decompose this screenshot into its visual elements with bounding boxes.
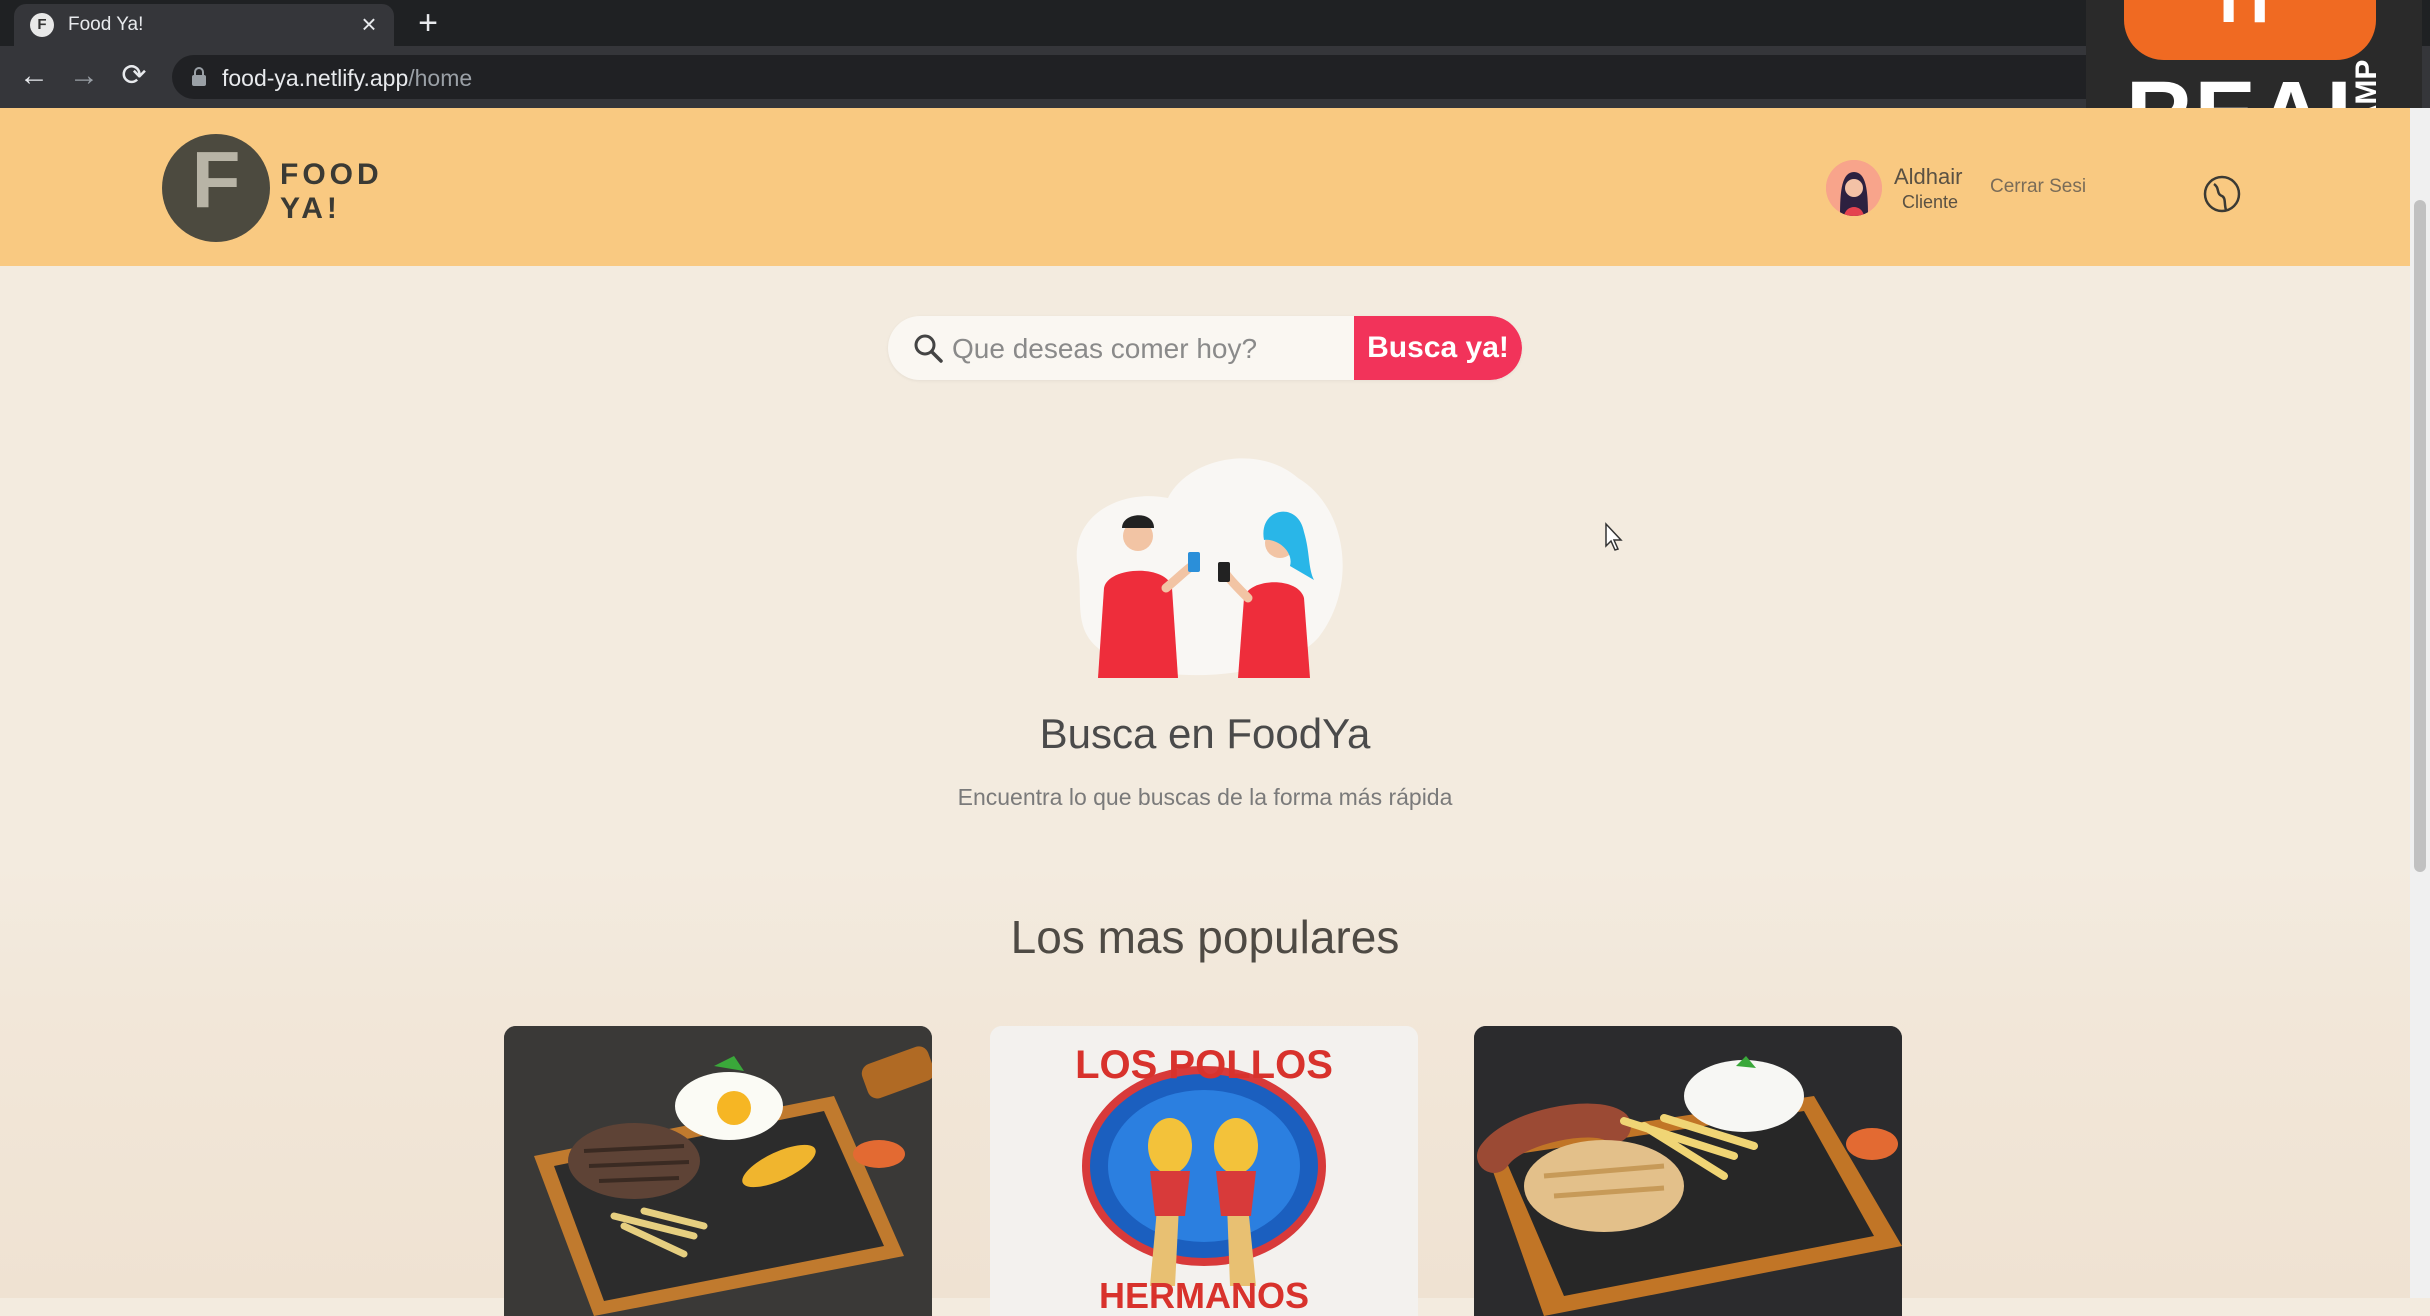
search-icon bbox=[914, 334, 943, 363]
logo-badge[interactable]: F bbox=[162, 134, 270, 242]
url-path: /home bbox=[408, 65, 473, 91]
url-host: food-ya.netlify.app bbox=[222, 65, 409, 91]
address-bar[interactable]: food-ya.netlify.app/home bbox=[172, 55, 2264, 99]
forward-button[interactable]: → bbox=[64, 56, 104, 96]
steak-plate-image bbox=[504, 1026, 932, 1316]
back-button[interactable]: ← bbox=[14, 56, 54, 96]
favicon-icon: F bbox=[30, 13, 54, 37]
logo-text[interactable]: FOOD YA! bbox=[280, 158, 383, 226]
chicken-plate-image bbox=[1474, 1026, 1902, 1316]
mouse-pointer-icon bbox=[1605, 522, 1623, 551]
url-text: food-ya.netlify.app/home bbox=[222, 65, 472, 92]
browser-tab[interactable]: F Food Ya! × bbox=[14, 4, 394, 46]
logout-link[interactable]: Cerrar Sesi bbox=[1990, 176, 2086, 198]
watermark-top-text: IT bbox=[2124, 0, 2376, 38]
site-header: F FOOD YA! Aldhair Cliente Cerrar Sesi bbox=[0, 108, 2410, 266]
reload-button[interactable]: ⟳ bbox=[114, 56, 154, 96]
tab-title: Food Ya! bbox=[68, 14, 144, 35]
los-pollos-logo-text: LOS POLLOS HERMANOS bbox=[1075, 1043, 1333, 1316]
watermark-top-shape: IT bbox=[2124, 0, 2376, 60]
logo-line-2: YA! bbox=[280, 192, 341, 225]
logo-line-1: FOOD bbox=[280, 158, 383, 191]
logo-bottom-text: HERMANOS bbox=[1099, 1275, 1309, 1316]
close-tab-icon[interactable]: × bbox=[354, 10, 384, 38]
people-with-phones-illustration bbox=[1076, 458, 1343, 678]
main-content: Busca ya! Busca en FoodYa Encuentra lo q… bbox=[0, 266, 2410, 1316]
user-role: Cliente bbox=[1902, 192, 1959, 212]
scrollbar-thumb[interactable] bbox=[2414, 200, 2426, 872]
browser-tab-bar: F Food Ya! × + bbox=[0, 0, 2430, 46]
lock-icon bbox=[192, 67, 206, 86]
card-los-pollos-hermanos[interactable]: LOS POLLOS HERMANOS bbox=[990, 1026, 1418, 1316]
browser-toolbar: ← → ⟳ food-ya.netlify.app/home bbox=[0, 46, 2430, 108]
logo-top-text: LOS POLLOS bbox=[1075, 1043, 1333, 1087]
popular-section-title: Los mas populares bbox=[1010, 911, 1400, 963]
language-globe-icon[interactable] bbox=[2202, 174, 2242, 214]
card-chicken-sausage[interactable] bbox=[1474, 1026, 1902, 1316]
avatar[interactable] bbox=[1826, 160, 1882, 216]
avatar-image bbox=[1826, 160, 1882, 216]
card-steak-egg[interactable] bbox=[504, 1026, 932, 1316]
user-name: Aldhair bbox=[1894, 164, 1963, 189]
hero-title: Busca en FoodYa bbox=[1039, 710, 1371, 757]
new-tab-button[interactable]: + bbox=[410, 4, 446, 42]
logo-letter: F bbox=[191, 135, 241, 224]
hero-subtitle: Encuentra lo que buscas de la forma más … bbox=[957, 784, 1453, 810]
search-bar: Busca ya! bbox=[888, 316, 1522, 380]
search-button[interactable]: Busca ya! bbox=[1354, 316, 1522, 380]
